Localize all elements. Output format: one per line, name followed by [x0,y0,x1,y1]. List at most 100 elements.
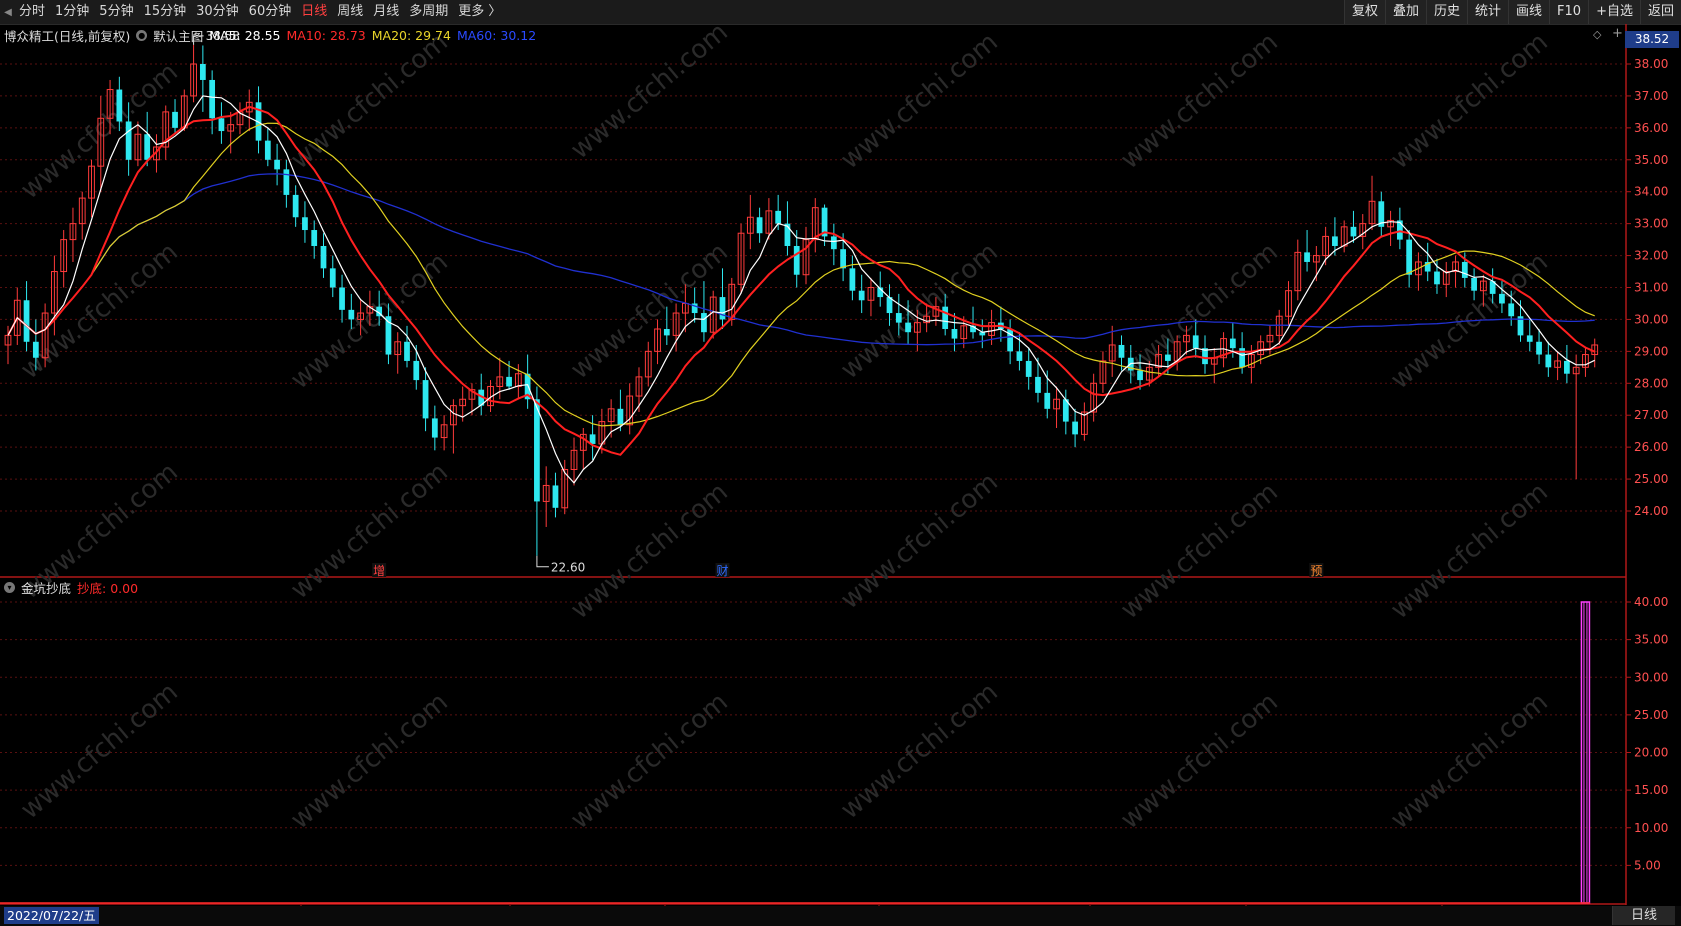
candle-body [858,290,865,301]
kline-chart[interactable]: 38.00 37.00 36.00 35.00 34.00 33.00 32.00 31.00… [0,0,1681,926]
candle-body [311,230,318,246]
candle-body [23,300,30,342]
candle-body [1044,392,1051,409]
candle-body [1304,252,1310,262]
y-tick-label: 25.00 [1634,708,1668,722]
event-marker: 预 [1310,564,1322,578]
candle-body [1461,261,1468,278]
main-chart-info: 博众精工(日线,前复权) ● 默认主图 MA5: 28.55 MA10: 28.… [4,26,542,45]
y-tick-label: 28.00 [1634,376,1668,390]
candle-body [1072,421,1078,435]
watermark-text: www.cfchi.com [1115,477,1284,625]
candle-body [840,249,846,269]
ma20-line [7,122,1595,427]
candle-body [144,134,151,160]
candle-body [283,169,290,195]
y-tick-label: 37.00 [1634,89,1668,103]
event-marker: 增 [373,564,385,578]
candle-body [942,306,949,330]
y-tick-label: 38.00 [1634,57,1668,71]
candle-body [329,268,336,288]
candle-body [172,111,178,128]
candle-body [1545,354,1552,368]
candle-body [32,341,39,358]
candle-body [1564,360,1570,374]
candle-body [1192,335,1199,349]
candle-body [1118,344,1125,358]
low-price-label: 22.60 [551,561,585,575]
candle-body [125,121,132,160]
candle-body [793,245,800,275]
time-axis [0,906,1681,926]
diamond-icon[interactable]: ◇ [1593,28,1601,41]
y-tick-label: 32.00 [1634,249,1668,263]
candle-body [1526,335,1533,342]
candle-body [756,217,763,234]
candle-body [1137,370,1143,381]
candle-body [1016,351,1023,361]
stock-title: 博众精工(日线,前复权) [4,29,131,44]
watermark-text: www.cfchi.com [15,57,184,205]
candle-body [274,159,280,170]
candle-body [506,376,512,387]
y-tick-label: 35.00 [1634,153,1668,167]
indicator-name[interactable]: 金坑抄底 [21,578,71,597]
watermark-text: www.cfchi.com [1385,687,1554,835]
watermark-text: www.cfchi.com [15,237,184,385]
watermark-text: www.cfchi.com [565,17,734,165]
watermark-text: www.cfchi.com [1385,477,1554,625]
ma20-label: MA20: 29.74 [371,28,451,43]
candle-body [1508,303,1515,317]
low-marker-line [536,555,549,568]
candle-body [1434,271,1440,285]
candle-body [1332,236,1338,246]
ma60-label: MA60: 30.12 [456,28,537,43]
watermark-text: www.cfchi.com [1115,27,1284,175]
candle-body [830,236,837,250]
watermark-text: www.cfchi.com [1115,687,1284,835]
indicator-menu-icon[interactable]: ▾ [4,582,15,593]
candle-body [1471,277,1477,291]
candle-body [1350,226,1357,237]
settings-circle-icon[interactable]: ● [136,30,148,41]
y-tick-label: 15.00 [1634,783,1668,797]
candle-body [348,309,355,320]
template-label[interactable]: 默认主图 [153,26,203,45]
y-tick-label: 29.00 [1634,344,1668,358]
period-label[interactable]: 日线 [1612,906,1675,925]
y-tick-label: 35.00 [1634,633,1668,647]
watermark-text: www.cfchi.com [835,237,1004,385]
y-tick-label: 20.00 [1634,746,1668,760]
candle-body [199,64,206,80]
watermark-text: www.cfchi.com [565,477,734,625]
candle-body [209,79,216,119]
y-tick-label: 36.00 [1634,121,1668,135]
y-tick-label: 26.00 [1634,440,1668,454]
candle-body [1406,239,1413,275]
candle-body [775,210,782,224]
candle-body [617,408,624,425]
y-tick-label: 27.00 [1634,408,1668,422]
watermark-text: www.cfchi.com [15,677,184,825]
add-icon[interactable]: + [1612,26,1623,41]
candle-body [218,118,225,132]
candle-body [116,89,123,122]
candle-body [302,217,308,231]
indicator-value: 抄底: 0.00 [77,581,139,596]
candle-body [895,313,902,323]
candle-body [1536,341,1542,355]
watermark-text: www.cfchi.com [835,27,1004,175]
candle-body [264,140,271,160]
watermark-text: www.cfchi.com [835,677,1004,825]
candle-body [292,194,299,218]
watermark-text: www.cfchi.com [565,687,734,835]
watermark-text: www.cfchi.com [565,237,734,385]
y-tick-label: 33.00 [1634,217,1668,231]
candle-body [1165,354,1171,361]
candle-body [1025,360,1032,377]
candle-body [1396,220,1403,240]
candle-body [320,245,327,269]
candle-body [422,380,429,419]
y-tick-label: 40.00 [1634,595,1668,609]
candle-body [701,313,707,333]
